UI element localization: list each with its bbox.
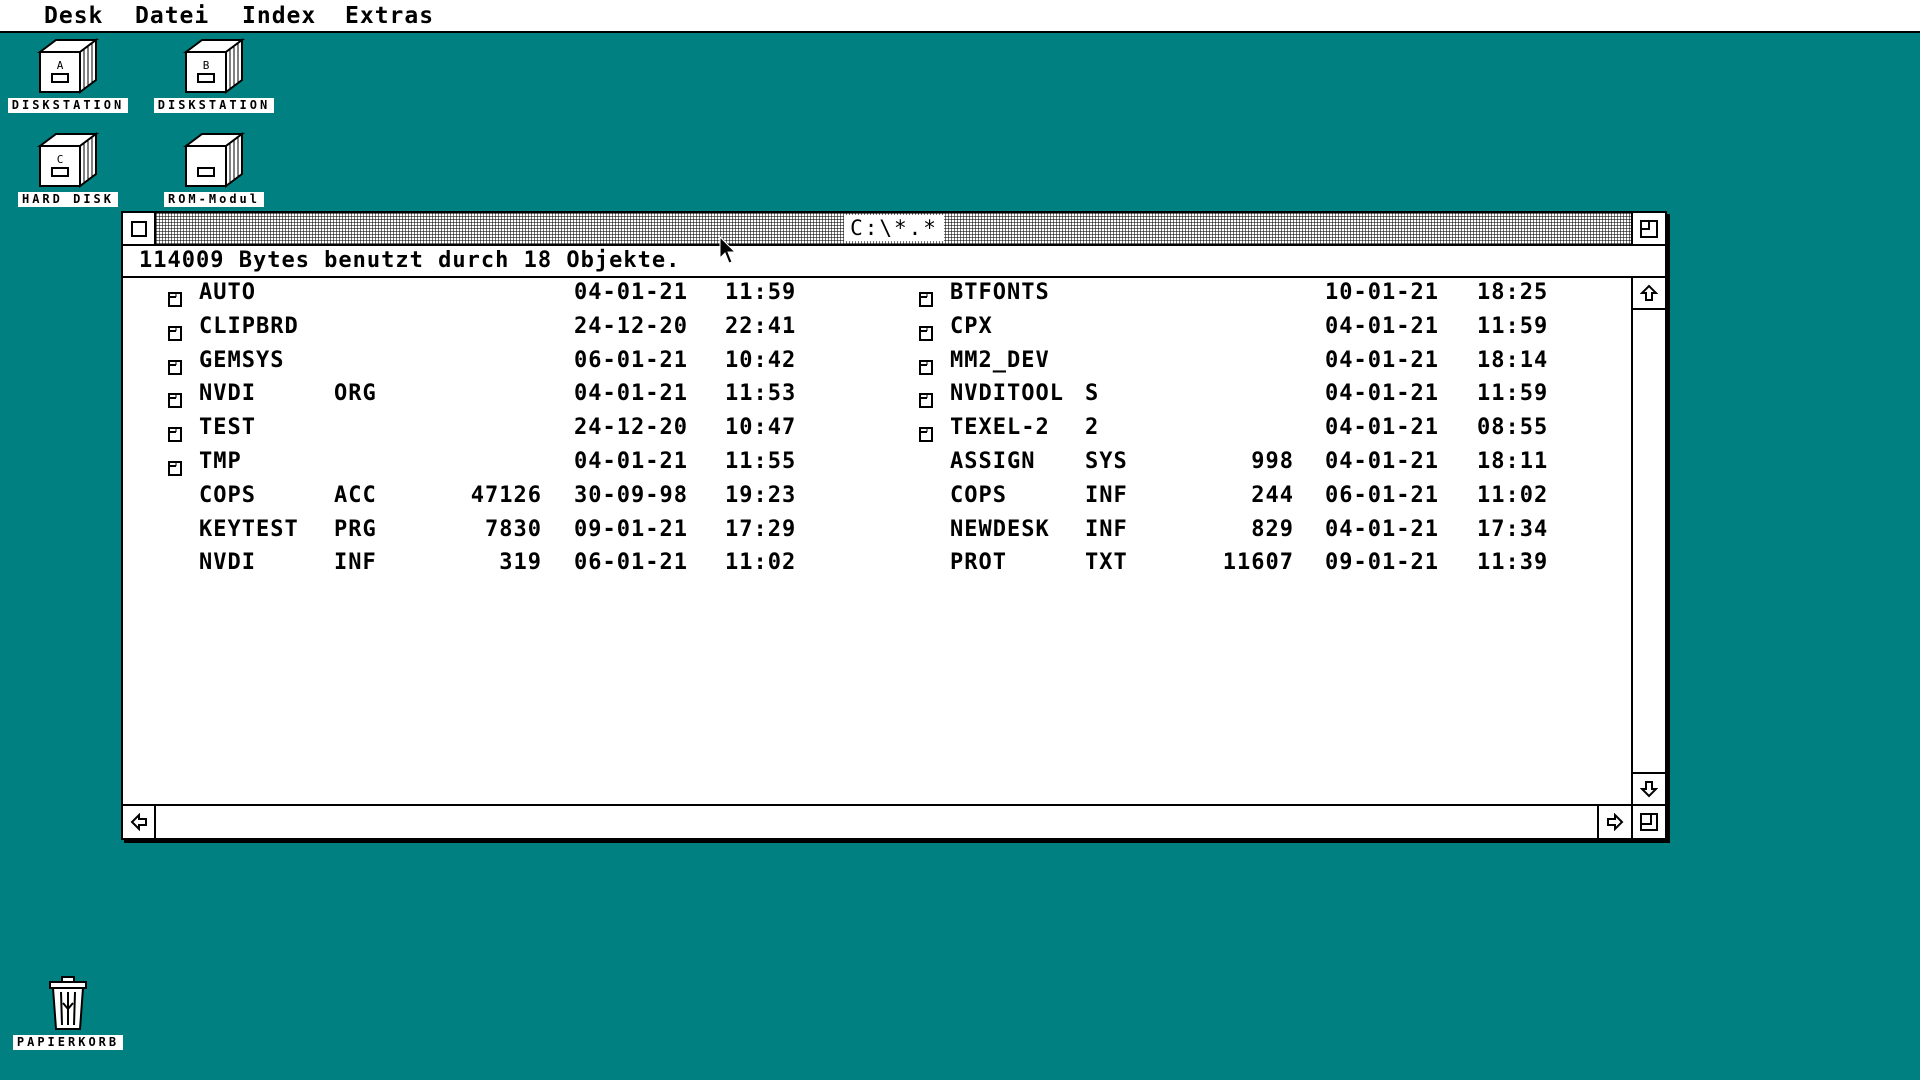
folder-icon xyxy=(919,320,933,341)
folder-icon xyxy=(919,286,933,307)
drive-c-icon[interactable]: C HARD DISK xyxy=(0,132,136,207)
file-date: 04-01-21 xyxy=(1325,415,1439,441)
drive-b-icon[interactable]: B DISKSTATION xyxy=(146,38,282,113)
menu-bar: Desk Datei Index Extras xyxy=(0,0,1920,33)
mouse-pointer-icon xyxy=(719,236,737,264)
file-date: 04-01-21 xyxy=(1325,516,1439,542)
file-name: MM2_DEV xyxy=(950,347,1050,373)
icon-label: HARD DISK xyxy=(17,192,119,207)
folder-row[interactable]: TEXEL-2 2 04-01-21 08:55 xyxy=(123,413,1633,443)
scroll-right-button[interactable] xyxy=(1597,806,1631,838)
file-time: 17:34 xyxy=(1477,516,1549,542)
icon-label: PAPIERKORB xyxy=(12,1035,124,1050)
menu-index[interactable]: Index xyxy=(242,2,316,30)
trash-icon[interactable]: PAPIERKORB xyxy=(0,975,136,1050)
vertical-scrollbar[interactable] xyxy=(1631,278,1665,804)
menu-datei[interactable]: Datei xyxy=(135,2,209,30)
close-icon xyxy=(130,220,147,237)
file-date: 10-01-21 xyxy=(1325,280,1439,305)
folder-icon xyxy=(919,387,933,409)
arrow-up-icon xyxy=(1640,284,1658,301)
file-date: 04-01-21 xyxy=(1325,449,1439,474)
file-row[interactable]: ASSIGN SYS 998 04-01-21 18:11 xyxy=(123,447,1633,477)
icon-label: DISKSTATION xyxy=(153,98,275,113)
file-date: 04-01-21 xyxy=(1325,347,1439,373)
file-extension: S xyxy=(1085,381,1100,407)
folder-row[interactable]: MM2_DEV 04-01-21 18:14 xyxy=(123,346,1633,376)
folder-icon xyxy=(919,421,933,443)
fuller-icon xyxy=(1640,219,1658,238)
trash-can-icon xyxy=(49,976,87,1030)
file-time: 11:59 xyxy=(1477,381,1549,407)
file-size: 829 xyxy=(1251,516,1294,542)
file-extension: SYS xyxy=(1085,449,1128,474)
file-extension: TXT xyxy=(1085,550,1128,576)
file-row[interactable]: COPS INF 244 06-01-21 11:02 xyxy=(123,481,1633,511)
scroll-left-button[interactable] xyxy=(123,806,156,838)
file-name: TEXEL-2 xyxy=(950,415,1050,441)
icon-label: ROM-Modul xyxy=(163,192,265,207)
file-size: 244 xyxy=(1251,482,1294,508)
file-date: 06-01-21 xyxy=(1325,482,1439,508)
file-time: 11:02 xyxy=(1477,482,1549,508)
svg-text:A: A xyxy=(57,59,64,72)
file-cabinet-icon: A xyxy=(37,38,99,94)
file-size: 998 xyxy=(1251,449,1294,474)
fuller-button[interactable] xyxy=(1631,213,1665,244)
file-name: ASSIGN xyxy=(950,449,1036,474)
sizer-icon xyxy=(1640,813,1658,831)
svg-text:C: C xyxy=(57,153,64,166)
resize-button[interactable] xyxy=(1631,806,1665,838)
file-name: NVDITOOL xyxy=(950,381,1064,407)
arrow-left-icon xyxy=(130,813,147,831)
directory-window: C:\*.* 114009 Bytes benutzt durch 18 Obj… xyxy=(121,211,1667,840)
drive-a-icon[interactable]: A DISKSTATION xyxy=(0,38,136,113)
file-date: 09-01-21 xyxy=(1325,550,1439,576)
file-extension: INF xyxy=(1085,482,1128,508)
file-name: CPX xyxy=(950,313,993,339)
scroll-up-button[interactable] xyxy=(1633,278,1665,310)
folder-row[interactable]: BTFONTS 10-01-21 18:25 xyxy=(123,278,1633,308)
close-button[interactable] xyxy=(123,213,156,244)
window-title: C:\*.* xyxy=(844,215,944,241)
file-cabinet-icon: C xyxy=(37,132,99,188)
file-extension: 2 xyxy=(1085,415,1100,441)
arrow-right-icon xyxy=(1607,813,1624,831)
file-name: NEWDESK xyxy=(950,516,1050,542)
file-time: 11:39 xyxy=(1477,550,1549,576)
file-size: 11607 xyxy=(1222,550,1294,576)
file-name: BTFONTS xyxy=(950,280,1050,305)
file-extension: INF xyxy=(1085,516,1128,542)
window-titlebar[interactable]: C:\*.* xyxy=(123,213,1665,246)
file-time: 18:25 xyxy=(1477,280,1549,305)
file-time: 18:14 xyxy=(1477,347,1549,373)
file-cabinet-icon: B xyxy=(183,38,245,94)
folder-icon xyxy=(919,354,933,375)
horizontal-scrollbar[interactable] xyxy=(123,804,1665,838)
arrow-down-icon xyxy=(1640,781,1658,798)
info-line: 114009 Bytes benutzt durch 18 Objekte. xyxy=(123,246,1665,278)
file-name: COPS xyxy=(950,482,1007,508)
folder-row[interactable]: CPX 04-01-21 11:59 xyxy=(123,312,1633,342)
menu-extras[interactable]: Extras xyxy=(345,2,434,30)
file-row[interactable]: PROT TXT 11607 09-01-21 11:39 xyxy=(123,548,1633,578)
file-cabinet-icon xyxy=(183,132,245,188)
file-time: 08:55 xyxy=(1477,415,1549,441)
folder-row[interactable]: NVDITOOL S 04-01-21 11:59 xyxy=(123,379,1633,409)
file-list: AUTO 04-01-21 11:59 CLIPBRD 24-12-20 22:41 GEM… xyxy=(123,278,1631,804)
file-date: 04-01-21 xyxy=(1325,381,1439,407)
scroll-down-button[interactable] xyxy=(1633,772,1665,804)
file-time: 11:59 xyxy=(1477,313,1549,339)
file-name: PROT xyxy=(950,550,1007,576)
icon-label: DISKSTATION xyxy=(7,98,129,113)
menu-desk[interactable]: Desk xyxy=(44,2,103,30)
file-time: 18:11 xyxy=(1477,449,1549,474)
file-row[interactable]: NEWDESK INF 829 04-01-21 17:34 xyxy=(123,515,1633,545)
file-date: 04-01-21 xyxy=(1325,313,1439,339)
svg-text:B: B xyxy=(203,59,210,72)
rom-modul-icon[interactable]: ROM-Modul xyxy=(146,132,282,207)
